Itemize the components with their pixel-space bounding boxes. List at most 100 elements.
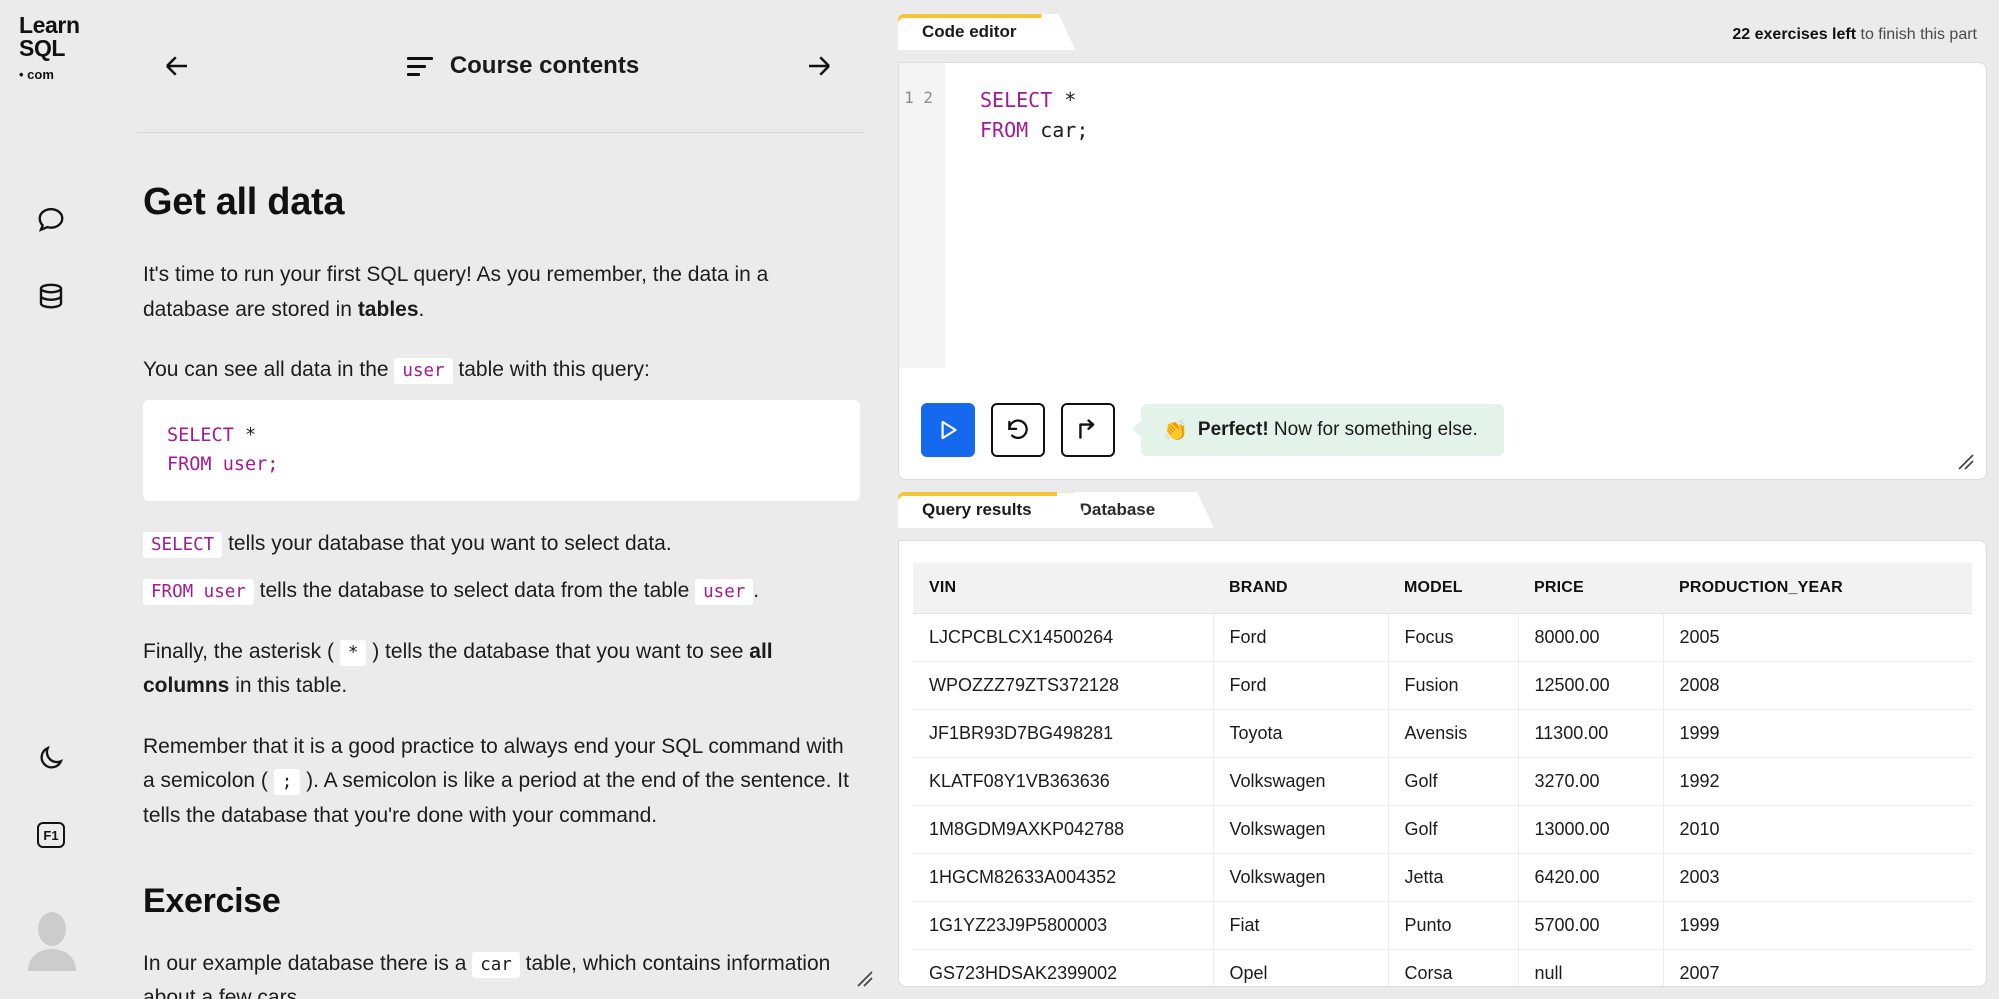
- table-cell: LJCPCBLCX14500264: [913, 613, 1214, 663]
- table-cell: 2005: [1663, 613, 1972, 663]
- p3-text-b: ) tells the database that you want to se…: [366, 639, 750, 663]
- bullet1-text: tells your database that you want to sel…: [228, 532, 672, 556]
- course-contents-button[interactable]: Course contents: [406, 52, 640, 80]
- moon-icon[interactable]: [28, 735, 74, 781]
- table-body: LJCPCBLCX14500264 Ford Focus 8000.00 2005 WPO…: [913, 613, 1972, 987]
- p5-text-a: In our example database there is a: [143, 951, 473, 975]
- f1-key-icon[interactable]: F1: [28, 812, 74, 858]
- column-header-production_year: PRODUCTION_YEAR: [1663, 563, 1972, 615]
- table-row: 1HGCM82633A004352 Volkswagen Jetta 6420.00 2…: [913, 853, 1972, 903]
- p2-text-b: table with this query:: [452, 358, 650, 382]
- code-rest-1: *: [233, 424, 257, 446]
- code-keyword-select: SELECT: [167, 424, 234, 446]
- tab-query-results[interactable]: Query results: [898, 492, 1074, 529]
- table-cell: Ford: [1213, 661, 1389, 711]
- lesson-paragraph-1: It's time to run your first SQL query! A…: [143, 258, 860, 327]
- tab-code-editor[interactable]: Code editor: [898, 14, 1059, 50]
- code-editor-area[interactable]: 1 2 SELECT * FROM car;: [899, 63, 1986, 391]
- table-cell: Opel: [1213, 949, 1389, 987]
- tab-code-editor-label: Code editor: [922, 22, 1017, 41]
- lesson-nav: Course contents: [137, 0, 865, 133]
- table-cell: Volkswagen: [1213, 805, 1389, 855]
- p2-text-a: You can see all data in the: [143, 358, 395, 382]
- code-keyword-from: FROM: [167, 453, 212, 475]
- previous-lesson-button[interactable]: [155, 44, 199, 88]
- p3-text-a: Finally, the asterisk (: [143, 639, 340, 663]
- table-cell: 12500.00: [1518, 661, 1664, 711]
- table-cell: 6420.00: [1518, 853, 1664, 903]
- table-cell: Golf: [1388, 805, 1519, 855]
- lesson-paragraph-2: You can see all data in the user table w…: [143, 353, 860, 388]
- run-query-button[interactable]: [921, 403, 975, 458]
- table-row: 1G1YZ23J9P5800003 Fiat Punto 5700.00 1999: [913, 901, 1972, 951]
- database-icon[interactable]: [28, 273, 74, 319]
- logo[interactable]: Learn SQL • com: [19, 14, 80, 86]
- table-cell: 2007: [1663, 949, 1972, 987]
- lesson-bullet-1: SELECT tells your database that you want…: [143, 527, 860, 562]
- table-row: KLATF08Y1VB363636 Volkswagen Golf 3270.00 19…: [913, 757, 1972, 807]
- avatar[interactable]: [22, 905, 82, 975]
- lesson-content: Get all data It's time to run your first…: [137, 133, 865, 999]
- exercise-counter: 22 exercises left to finish this part: [1732, 26, 1987, 50]
- table-cell: JF1BR93D7BG498281: [913, 709, 1214, 759]
- reset-code-button[interactable]: [991, 403, 1045, 458]
- p3-text-c: in this table.: [229, 674, 348, 698]
- clapping-hands-icon: 👏: [1163, 419, 1188, 442]
- resize-grip-icon-lesson[interactable]: [854, 968, 876, 990]
- table-header-row: VIN BRAND MODEL PRICE PRODUCTION_YEAR: [913, 563, 1972, 615]
- lesson-code-block: SELECT * FROM user;: [143, 399, 860, 502]
- table-cell: Punto: [1388, 901, 1519, 951]
- p1-text-a: It's time to run your first SQL query! A…: [143, 263, 769, 321]
- editor-keyword-from: FROM: [980, 118, 1029, 142]
- course-contents-label: Course contents: [449, 52, 640, 79]
- page-title: Get all data: [143, 181, 345, 223]
- resize-grip-icon-editor[interactable]: [1955, 451, 1977, 473]
- column-header-brand: BRAND: [1213, 563, 1388, 615]
- exercise-counter-rest: to finish this part: [1856, 26, 1977, 43]
- table-cell: Toyota: [1213, 709, 1389, 759]
- chat-bubble-icon[interactable]: [28, 196, 74, 242]
- table-cell: 1992: [1663, 757, 1972, 807]
- skip-exercise-button[interactable]: [1061, 403, 1115, 458]
- bullet2-text: tells the database to select data from t…: [259, 578, 690, 602]
- results-tabstrip: Query results Database: [898, 492, 1987, 529]
- inline-code-semicolon: ;: [273, 769, 301, 796]
- next-lesson-button[interactable]: [797, 44, 841, 88]
- table-cell: Jetta: [1388, 853, 1519, 903]
- column-header-model: MODEL: [1388, 563, 1518, 615]
- bullet2-end: .: [753, 578, 760, 602]
- table-cell: Volkswagen: [1213, 757, 1389, 807]
- results-table-wrapper: VIN BRAND MODEL PRICE PRODUCTION_YEAR LJCPCB…: [899, 541, 1986, 987]
- inline-code-asterisk: *: [339, 639, 367, 666]
- query-results-panel: VIN BRAND MODEL PRICE PRODUCTION_YEAR LJCPCB…: [898, 540, 1987, 987]
- table-row: GS723HDSAK2399002 Opel Corsa null 2007: [913, 949, 1972, 987]
- table-cell: 2010: [1663, 805, 1972, 855]
- exercise-counter-bold: 22 exercises left: [1732, 26, 1857, 43]
- table-cell: Focus: [1388, 613, 1519, 663]
- right-pane: Code editor 22 exercises left to finish …: [898, 0, 1999, 999]
- table-cell: 2008: [1663, 661, 1972, 711]
- table-cell: Corsa: [1388, 949, 1519, 987]
- toast-rest: Now for something else.: [1268, 419, 1478, 441]
- table-cell: Fusion: [1388, 661, 1519, 711]
- table-cell: Avensis: [1388, 709, 1519, 759]
- table-cell: 5700.00: [1518, 901, 1664, 951]
- inline-code-select: SELECT: [143, 532, 223, 559]
- editor-keyword-select: SELECT: [980, 88, 1053, 112]
- p1-text-b: .: [418, 297, 425, 321]
- logo-line3: • com: [19, 67, 54, 82]
- column-header-price: PRICE: [1518, 563, 1663, 615]
- table-cell: 3270.00: [1518, 757, 1664, 807]
- table-row: 1M8GDM9AXKP042788 Volkswagen Golf 13000.00 2…: [913, 805, 1972, 855]
- table-cell: Golf: [1388, 757, 1519, 807]
- lesson-paragraph-5: In our example database there is a car t…: [143, 947, 860, 999]
- table-cell: null: [1518, 949, 1664, 987]
- code-input[interactable]: SELECT * FROM car;: [945, 63, 1986, 391]
- exercise-title: Exercise: [143, 881, 281, 920]
- p1-bold: tables: [357, 297, 419, 321]
- app-root: Learn SQL • com F1 Course contents Get a…: [0, 0, 1999, 999]
- table-cell: 1G1YZ23J9P5800003: [913, 901, 1214, 951]
- table-cell: 1HGCM82633A004352: [913, 853, 1214, 903]
- lesson-panel: Course contents Get all data It's time t…: [105, 0, 898, 999]
- lesson-paragraph-4: Remember that it is a good practice to a…: [143, 730, 860, 834]
